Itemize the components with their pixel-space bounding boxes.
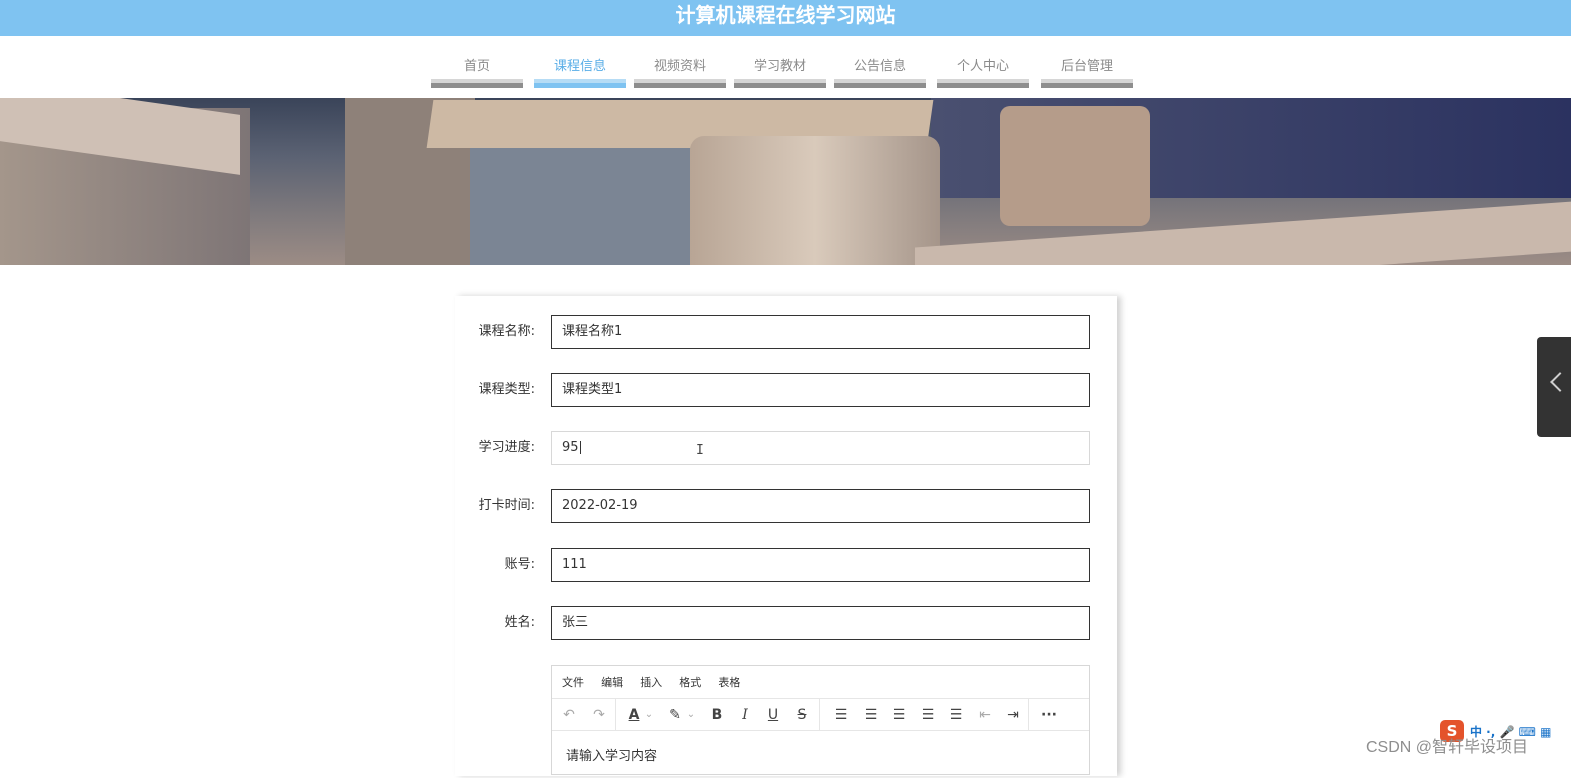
- nav-item-admin[interactable]: 后台管理: [1041, 36, 1133, 90]
- side-panel-toggle[interactable]: [1537, 337, 1571, 437]
- editor-content[interactable]: 请输入学习内容: [552, 731, 1089, 778]
- align-justify-icon[interactable]: ☰: [945, 704, 967, 726]
- line-height-icon[interactable]: ☰: [830, 704, 852, 726]
- progress-value: 95: [562, 440, 579, 455]
- course-type-input[interactable]: 课程类型1: [551, 373, 1090, 407]
- form-row-checkin-time: 打卡时间: 2022-02-19: [455, 489, 1117, 523]
- chevron-left-icon: [1550, 372, 1570, 392]
- site-title: 计算机课程在线学习网站: [675, 3, 896, 27]
- undo-icon[interactable]: ↶: [558, 704, 580, 726]
- editor-menubar: 文件 编辑 插入 格式 表格: [552, 666, 1089, 699]
- progress-label: 学习进度:: [478, 440, 535, 455]
- align-left-icon[interactable]: ☰: [860, 704, 882, 726]
- nav-item-notice[interactable]: 公告信息: [834, 36, 926, 90]
- strikethrough-icon[interactable]: S: [791, 704, 813, 726]
- name-label: 姓名:: [504, 615, 535, 630]
- nav-underline: [834, 79, 926, 88]
- editor-menu-format[interactable]: 格式: [679, 666, 701, 699]
- form-row-account: 账号: 111: [455, 548, 1117, 582]
- nav-item-label: 视频资料: [653, 59, 706, 74]
- editor-menu-insert[interactable]: 插入: [640, 666, 662, 699]
- course-name-input[interactable]: 课程名称1: [551, 315, 1090, 349]
- course-form: 课程名称: 课程名称1 课程类型: 课程类型1 学习进度: 95 I 打卡时间:…: [455, 296, 1117, 776]
- highlight-color-icon[interactable]: ✎: [664, 704, 686, 726]
- italic-icon[interactable]: I: [734, 704, 756, 726]
- chevron-down-icon[interactable]: ⌄: [643, 704, 655, 726]
- nav-item-label: 学习教材: [753, 59, 806, 74]
- outdent-icon[interactable]: ⇤: [974, 704, 996, 726]
- nav-item-video[interactable]: 视频资料: [634, 36, 726, 90]
- underline-icon[interactable]: U: [762, 704, 784, 726]
- course-name-label: 课程名称:: [478, 324, 535, 339]
- progress-input[interactable]: 95: [551, 431, 1090, 465]
- main-nav: 首页 课程信息 视频资料 学习教材 公告信息 个人中心 后台管理: [0, 36, 1571, 98]
- nav-item-label: 课程信息: [553, 59, 606, 74]
- nav-underline: [1041, 79, 1133, 88]
- nav-item-label: 个人中心: [956, 59, 1009, 74]
- nav-item-label: 公告信息: [853, 59, 906, 74]
- form-row-course-type: 课程类型: 课程类型1: [455, 373, 1117, 407]
- toolbar-divider: [615, 699, 616, 731]
- nav-underline: [634, 79, 726, 88]
- text-color-icon[interactable]: A: [623, 704, 645, 726]
- banner-back-chair: [1000, 106, 1150, 226]
- checkin-time-label: 打卡时间:: [478, 498, 535, 513]
- nav-item-personal[interactable]: 个人中心: [937, 36, 1029, 90]
- nav-item-textbook[interactable]: 学习教材: [734, 36, 826, 90]
- nav-underline: [734, 79, 826, 88]
- banner-chair: [690, 136, 940, 265]
- bold-icon[interactable]: B: [706, 704, 728, 726]
- indent-icon[interactable]: ⇥: [1002, 704, 1024, 726]
- course-type-label: 课程类型:: [478, 382, 535, 397]
- form-row-name: 姓名: 张三: [455, 606, 1117, 640]
- chevron-down-icon[interactable]: ⌄: [685, 704, 697, 726]
- account-label: 账号:: [504, 557, 535, 572]
- redo-icon[interactable]: ↷: [588, 704, 610, 726]
- nav-underline: [937, 79, 1029, 88]
- editor-toolbar: ↶ ↷ A ⌄ ✎ ⌄ B I U S ☰ ☰ ☰ ☰ ☰ ⇤ ⇥ ···: [552, 699, 1089, 731]
- align-center-icon[interactable]: ☰: [888, 704, 910, 726]
- account-input[interactable]: 111: [551, 548, 1090, 582]
- text-caret: [579, 441, 581, 454]
- checkin-time-input[interactable]: 2022-02-19: [551, 489, 1090, 523]
- toolbar-divider: [819, 699, 820, 731]
- rich-text-editor: 文件 编辑 插入 格式 表格 ↶ ↷ A ⌄ ✎ ⌄ B I U S ☰ ☰ ☰…: [551, 665, 1090, 775]
- watermark: CSDN @智轩毕设项目: [1366, 739, 1529, 756]
- editor-menu-edit[interactable]: 编辑: [601, 666, 623, 699]
- name-input[interactable]: 张三: [551, 606, 1090, 640]
- align-right-icon[interactable]: ☰: [917, 704, 939, 726]
- nav-item-home[interactable]: 首页: [431, 36, 523, 90]
- nav-item-label: 后台管理: [1060, 59, 1113, 74]
- classroom-banner: [0, 98, 1571, 265]
- form-row-course-name: 课程名称: 课程名称1: [455, 315, 1117, 349]
- ibeam-cursor-icon: I: [696, 443, 704, 458]
- more-icon[interactable]: ···: [1038, 704, 1060, 726]
- toolbar-divider: [1028, 699, 1029, 731]
- nav-item-course-info[interactable]: 课程信息: [534, 36, 626, 90]
- editor-menu-file[interactable]: 文件: [562, 666, 584, 699]
- form-row-progress: 学习进度: 95 I: [455, 431, 1117, 465]
- nav-item-label: 首页: [463, 59, 490, 74]
- nav-underline: [431, 79, 523, 88]
- editor-menu-table[interactable]: 表格: [718, 666, 740, 699]
- nav-underline: [534, 79, 626, 88]
